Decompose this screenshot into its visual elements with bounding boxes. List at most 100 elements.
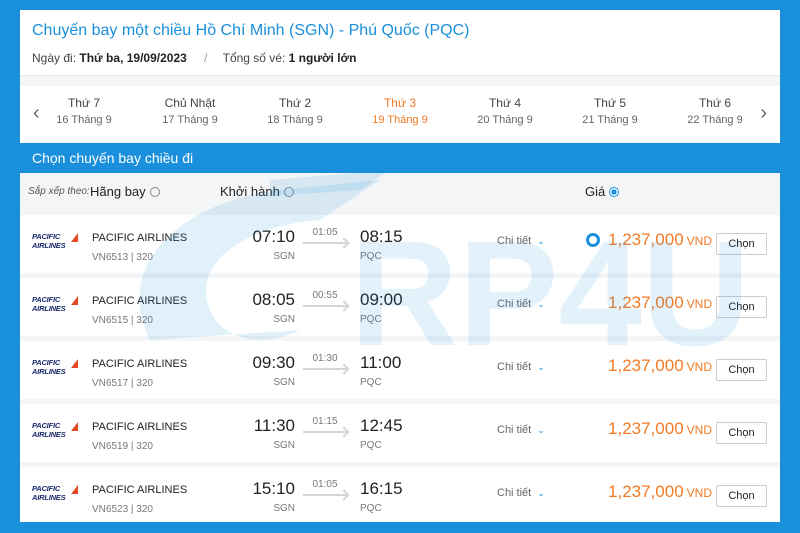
price-value: 1,237,000 (608, 356, 684, 375)
logo-wing-icon (71, 359, 78, 368)
departure-time: 15:10 (252, 479, 295, 498)
price-currency: VND (686, 297, 712, 311)
flight-results-panel: Chuyến bay một chiều Hồ Chí Minh (SGN) -… (20, 10, 780, 522)
flight-duration: 00:55 (312, 290, 338, 301)
select-flight-button[interactable]: Chọn (716, 359, 767, 381)
sort-departure-radio[interactable] (283, 186, 294, 197)
departure-time: 09:30 (252, 353, 295, 372)
logo-wing-icon (71, 485, 78, 494)
details-toggle[interactable]: Chi tiết ⌄ (497, 361, 545, 373)
arrival: 16:15 PQC (360, 479, 425, 514)
sort-departure-label: Khởi hành (220, 184, 280, 199)
date-tab-0[interactable]: Thứ 7 16 Tháng 9 (34, 95, 134, 126)
sort-by-price[interactable]: Giá (585, 184, 620, 199)
details-label: Chi tiết (497, 298, 532, 310)
date-tab-6[interactable]: Thứ 6 22 Tháng 9 (665, 95, 765, 126)
arrival-airport: PQC (360, 314, 382, 325)
date-tab-weekday: Thứ 7 (67, 96, 101, 110)
airline-name: PACIFIC AIRLINES (92, 484, 188, 496)
flight-code: VN6517 | 320 (92, 378, 153, 389)
date-tab-weekday: Thứ 2 (278, 96, 312, 110)
flight-arrow-icon (303, 368, 347, 370)
arrival-time: 16:15 (360, 479, 403, 498)
airline-name: PACIFIC AIRLINES (92, 232, 188, 244)
arrival: 12:45 PQC (360, 416, 425, 451)
logo-text-line2: AIRLINES (32, 430, 66, 439)
fare-price: 1,237,000 VND (540, 356, 712, 376)
arrival-airport: PQC (360, 503, 382, 514)
date-tab-date: 21 Tháng 9 (582, 114, 638, 126)
arrival-airport: PQC (360, 377, 382, 388)
date-tab-1[interactable]: Chủ Nhật 17 Tháng 9 (140, 95, 240, 126)
search-summary: Chuyến bay một chiều Hồ Chí Minh (SGN) -… (20, 10, 780, 76)
logo-wing-icon (71, 422, 78, 431)
sort-by-airline[interactable]: Hãng bay (90, 184, 160, 199)
select-flight-button[interactable]: Chọn (716, 233, 767, 255)
price-value: 1,237,000 (608, 293, 684, 312)
details-toggle[interactable]: Chi tiết ⌄ (497, 487, 545, 499)
price-value: 1,237,000 (608, 419, 684, 438)
arrival-airport: PQC (360, 251, 382, 262)
sort-price-label: Giá (585, 184, 606, 199)
date-tab-3-active[interactable]: Thứ 3 19 Tháng 9 (350, 95, 450, 126)
flight-arrow-icon (303, 242, 347, 244)
pacific-airlines-logo: PACIFIC AIRLINES (32, 295, 78, 317)
select-flight-button[interactable]: Chọn (716, 422, 767, 444)
arrival-time: 08:15 (360, 227, 403, 246)
date-tab-date: 19 Tháng 9 (372, 114, 428, 126)
select-flight-button[interactable]: Chọn (716, 296, 767, 318)
page-title: Chuyến bay một chiều Hồ Chí Minh (SGN) -… (32, 22, 470, 39)
flight-arrow-icon (303, 305, 347, 307)
flight-duration: 01:05 (312, 479, 338, 490)
sort-airline-label: Hãng bay (90, 184, 146, 199)
details-toggle[interactable]: Chi tiết ⌄ (497, 298, 545, 310)
trip-info: Ngày đi: Thứ ba, 19/09/2023 / Tổng số vé… (32, 51, 768, 65)
flight-code: VN6515 | 320 (92, 315, 153, 326)
details-label: Chi tiết (497, 424, 532, 436)
flight-duration: 01:30 (312, 353, 338, 364)
date-tab-weekday: Chủ Nhật (164, 96, 216, 110)
details-toggle[interactable]: Chi tiết ⌄ (497, 424, 545, 436)
price-currency: VND (686, 360, 712, 374)
departure: 15:10 SGN (230, 479, 295, 514)
arrival-airport: PQC (360, 440, 382, 451)
date-tab-4[interactable]: Thứ 4 20 Tháng 9 (455, 95, 555, 126)
departure-airport: SGN (273, 377, 295, 388)
date-tab-2[interactable]: Thứ 2 18 Tháng 9 (245, 95, 345, 126)
airline-name: PACIFIC AIRLINES (92, 421, 188, 433)
info-separator: / (204, 51, 208, 65)
logo-text-line2: AIRLINES (32, 367, 66, 376)
sort-price-radio-selected[interactable] (609, 186, 620, 197)
departure-airport: SGN (273, 503, 295, 514)
fare-price: 1,237,000 VND (540, 482, 712, 502)
date-tab-5[interactable]: Thứ 5 21 Tháng 9 (560, 95, 660, 126)
departure-time: 07:10 (252, 227, 295, 246)
next-date-chevron-icon[interactable]: › (760, 102, 767, 125)
details-label: Chi tiết (497, 361, 532, 373)
departure: 09:30 SGN (230, 353, 295, 388)
date-selector: ‹ Thứ 7 16 Tháng 9 Chủ Nhật 17 Tháng 9 T… (20, 86, 780, 142)
details-label: Chi tiết (497, 487, 532, 499)
select-flight-button[interactable]: Chọn (716, 485, 767, 507)
logo-wing-icon (71, 296, 78, 305)
flight-code: VN6523 | 320 (92, 504, 153, 515)
tickets-value: 1 người lớn (288, 51, 357, 65)
price-currency: VND (686, 486, 712, 500)
arrival: 09:00 PQC (360, 290, 425, 325)
flight-row: PACIFIC AIRLINES PACIFIC AIRLINES VN6523… (20, 467, 780, 522)
sort-airline-radio[interactable] (149, 186, 160, 197)
arrival-time: 11:00 (360, 353, 402, 372)
flight-code: VN6519 | 320 (92, 441, 153, 452)
date-label: Ngày đi: (32, 51, 77, 65)
date-tab-date: 22 Tháng 9 (687, 114, 743, 126)
details-toggle[interactable]: Chi tiết ⌄ (497, 235, 545, 247)
sort-bar: Sắp xếp theo: Hãng bay Khởi hành Giá (20, 182, 780, 214)
arrival: 11:00 PQC (360, 353, 425, 388)
date-tab-date: 20 Tháng 9 (477, 114, 533, 126)
departure-airport: SGN (273, 440, 295, 451)
sort-by-departure[interactable]: Khởi hành (220, 184, 294, 199)
arrival-time: 09:00 (360, 290, 403, 309)
price-value: 1,237,000 (608, 230, 684, 249)
departure: 11:30 SGN (230, 416, 295, 451)
price-value: 1,237,000 (608, 482, 684, 501)
